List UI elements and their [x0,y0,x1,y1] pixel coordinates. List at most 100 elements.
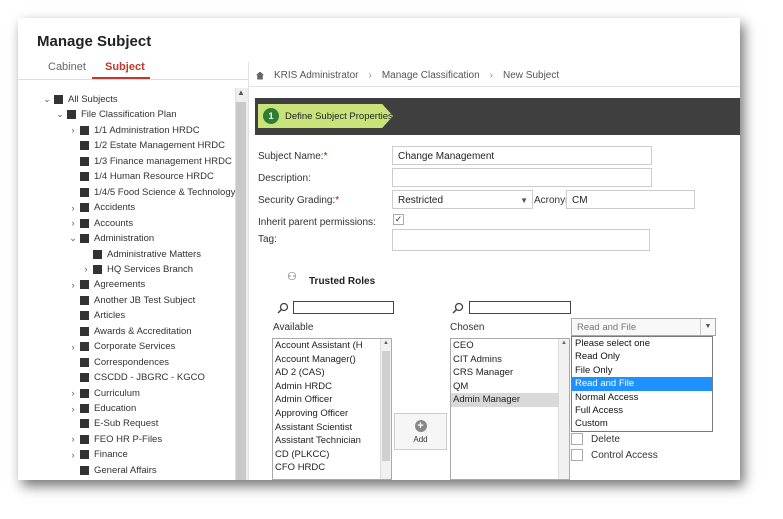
tree-item[interactable]: Correspondences [68,355,169,370]
chevron-down-icon[interactable]: ⌄ [55,109,65,120]
folder-icon [80,434,89,444]
breadcrumb-item[interactable]: Manage Classification [382,70,480,81]
dropdown-option[interactable]: File Only [572,364,712,377]
tree-item[interactable]: › Accounts [68,216,134,231]
wizard-step[interactable]: 1 Define Subject Properties [258,104,393,128]
tree-item[interactable]: Administrative Matters [81,247,201,262]
description-input[interactable] [392,168,652,187]
tree-item[interactable]: ⌄ Administration [68,231,154,246]
delete-checkbox[interactable] [571,433,583,445]
tree-item-label: Agreements [94,279,146,291]
tree-item[interactable]: › FEO HR P-Files [68,432,163,447]
list-item[interactable]: Admin Officer [273,393,391,407]
permission-row[interactable]: Control Access [571,449,658,461]
dropdown-option[interactable]: Full Access [572,404,712,417]
list-item[interactable]: CEO [451,339,569,353]
chevron-right-icon[interactable]: › [68,388,78,398]
list-item[interactable]: Approving Officer [273,407,391,421]
security-grading-select[interactable]: Restricted ▼ [392,190,533,209]
dropdown-option[interactable]: Read Only [572,350,712,363]
chevron-down-icon[interactable]: ▼ [700,319,715,335]
chevron-right-icon[interactable]: › [68,434,78,444]
acronym-input[interactable]: CM [566,190,695,209]
home-icon[interactable] [256,71,264,80]
chevron-right-icon[interactable]: › [68,450,78,460]
tree-item[interactable]: › Corporate Services [68,339,176,354]
chevron-right-icon[interactable]: › [68,125,78,135]
tree-item[interactable]: › HQ Services Branch [81,262,194,277]
breadcrumb-item[interactable]: KRIS Administrator [274,70,358,81]
chevron-right-icon[interactable]: › [68,280,78,290]
list-item[interactable]: CRS Manager [451,366,569,380]
chosen-label: Chosen [450,322,485,333]
list-item[interactable]: Account Assistant (H [273,339,391,353]
list-item[interactable]: Account Manager() [273,353,391,367]
tree-item[interactable]: CSCDD - JBGRC - KGCO [68,370,205,385]
list-item[interactable]: QM [451,380,569,394]
tab-subject[interactable]: Subject [105,61,145,73]
tree-item[interactable]: › Agreements [68,277,146,292]
chosen-roles-list[interactable]: CEO CIT Admins CRS Manager QM Admin Manager … [450,338,570,480]
tree-item[interactable]: › Curriculum [68,386,140,401]
tree-item-label: Accidents [94,202,136,214]
chevron-down-icon[interactable]: ⌄ [42,94,52,105]
users-icon: ⚇ [287,271,297,283]
tree-item[interactable]: › Finance [68,447,128,462]
list-item[interactable]: CFO HRDC [273,461,391,475]
access-level-select[interactable]: Read and File ▼ [571,318,716,336]
tree-item[interactable]: › 1/1 Administration HRDC [68,123,200,138]
chevron-right-icon[interactable]: › [68,404,78,414]
chevron-right-icon[interactable]: › [68,203,78,213]
permission-row[interactable]: Delete [571,433,620,445]
list-item[interactable]: Admin HRDC [273,380,391,394]
list-item[interactable]: CIT Admins [451,353,569,367]
tree-item[interactable]: › Education [68,401,137,416]
tree-item[interactable]: 1/2 Estate Management HRDC [68,138,225,153]
dropdown-option[interactable]: Normal Access [572,391,712,404]
list-item[interactable]: AD 2 (CAS) [273,366,391,380]
tree-item[interactable]: › Accidents [68,200,136,215]
tree-item[interactable]: 1/3 Finance management HRDC [68,154,232,169]
chevron-down-icon[interactable]: ⌄ [68,233,78,244]
tree-item[interactable]: 1/4 Human Resource HRDC [68,169,214,184]
list-item[interactable]: Assistant Scientist [273,421,391,435]
scroll-up-icon[interactable]: ▲ [235,88,247,100]
folder-icon [80,125,89,135]
tree-item[interactable]: E-Sub Request [68,416,158,431]
available-roles-list[interactable]: Account Assistant (H Account Manager() AD … [272,338,392,480]
tree-item[interactable]: 1/4/5 Food Science & Technology [68,185,235,200]
tree-item[interactable]: ⌄ File Classification Plan [55,107,176,122]
trusted-roles-title: Trusted Roles [309,276,376,287]
dropdown-option[interactable]: Read and File [572,377,712,391]
chosen-search-input[interactable] [469,301,571,314]
scroll-up-icon[interactable]: ▲ [560,340,568,346]
available-list-scrollbar[interactable]: ▲ [380,339,391,479]
add-button[interactable]: + Add [394,413,447,450]
available-search-input[interactable] [293,301,394,314]
tree-item[interactable]: Another JB Test Subject [68,293,195,308]
chevron-right-icon[interactable]: › [81,264,91,274]
tree-item-label: Administration [94,233,155,245]
chevron-right-icon[interactable]: › [68,218,78,228]
tree-item[interactable]: Awards & Accreditation [68,324,192,339]
dropdown-option[interactable]: Custom [572,417,712,430]
control-access-checkbox[interactable] [571,449,583,461]
subject-name-input[interactable]: Change Management [392,146,652,165]
list-item[interactable]: Assistant Technician [273,434,391,448]
inherit-permissions-checkbox[interactable]: ✓ [393,214,404,225]
chosen-list-scrollbar[interactable]: ▲ [558,339,569,479]
tree-item[interactable]: General Affairs [68,463,157,478]
list-item[interactable]: CD (PLKCC) [273,448,391,462]
scroll-up-icon[interactable]: ▲ [382,340,390,346]
chevron-right-icon[interactable]: › [68,342,78,352]
list-scroll-thumb[interactable] [382,351,390,461]
list-item[interactable]: Admin Manager [451,393,569,407]
dropdown-option[interactable]: Please select one [572,337,712,350]
breadcrumb-separator: › [368,70,372,81]
tree-item[interactable]: Articles [68,308,125,323]
tree-scroll-thumb[interactable] [236,102,246,480]
inherit-permissions-label: Inherit parent permissions: [258,217,376,228]
tab-cabinet[interactable]: Cabinet [48,61,86,73]
tag-input[interactable] [392,229,650,251]
tree-item[interactable]: ⌄ All Subjects [42,92,117,107]
